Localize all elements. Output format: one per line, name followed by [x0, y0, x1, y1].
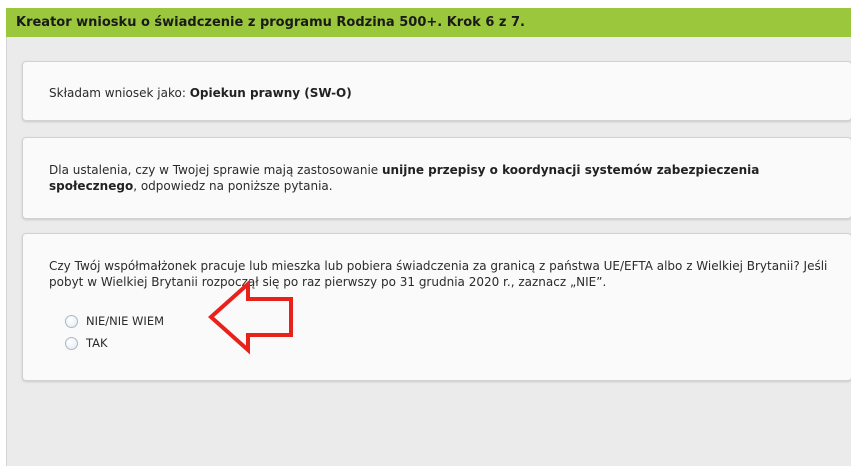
option-nie-row[interactable]: NIE/NIE WIEM	[65, 312, 164, 330]
wizard-title: Kreator wniosku o świadczenie z programu…	[16, 15, 525, 30]
applicant-card: Składam wniosek jako: Opiekun prawny (SW…	[22, 61, 851, 121]
question-text: Czy Twój współmałżonek pracuje lub miesz…	[49, 259, 828, 289]
wizard-content: Składam wniosek jako: Opiekun prawny (SW…	[6, 37, 851, 466]
coordination-text-before: Dla ustalenia, czy w Twojej sprawie mają…	[49, 163, 382, 177]
option-tak-row[interactable]: TAK	[65, 334, 108, 352]
arrow-left-icon	[207, 279, 293, 355]
wizard-header: Kreator wniosku o świadczenie z programu…	[6, 8, 851, 37]
coordination-info-card: Dla ustalenia, czy w Twojej sprawie mają…	[22, 137, 851, 219]
option-tak-label[interactable]: TAK	[86, 335, 108, 351]
option-nie-label[interactable]: NIE/NIE WIEM	[86, 313, 164, 329]
coordination-text-after: , odpowiedz na poniższe pytania.	[133, 179, 333, 193]
radio-tak[interactable]	[65, 336, 78, 350]
question-card: Czy Twój współmałżonek pracuje lub miesz…	[22, 233, 851, 381]
applicant-prefix: Składam wniosek jako:	[49, 86, 190, 100]
applicant-role: Opiekun prawny (SW-O)	[189, 86, 352, 100]
radio-nie[interactable]	[65, 314, 78, 328]
